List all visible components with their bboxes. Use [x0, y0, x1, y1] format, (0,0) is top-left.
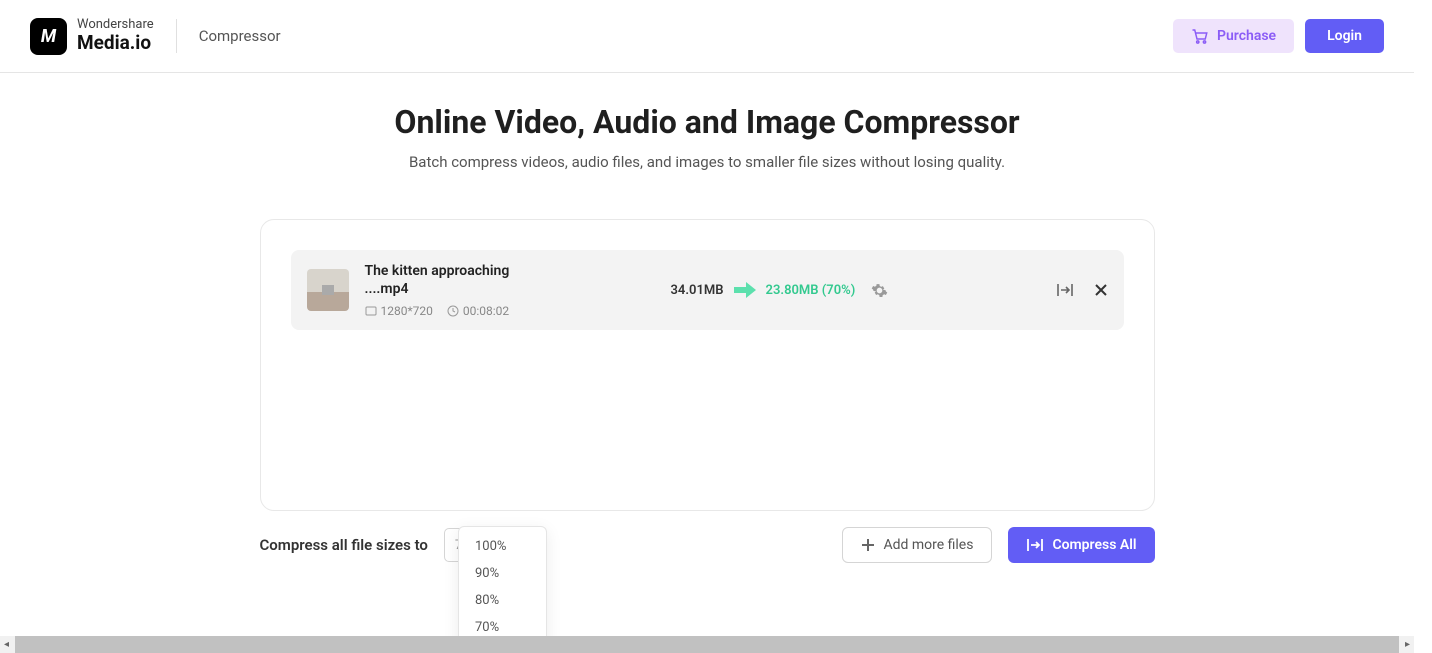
page-name: Compressor	[199, 27, 281, 45]
compress-icon	[1056, 282, 1074, 298]
dropdown-option[interactable]: 90%	[459, 560, 546, 587]
compress-all-label: Compress All	[1052, 537, 1136, 553]
compress-all-icon	[1026, 538, 1044, 552]
dropdown-option[interactable]: 80%	[459, 587, 546, 614]
file-row: The kitten approaching ....mp4 1280*720 …	[291, 250, 1124, 330]
file-name: The kitten approaching ....mp4	[365, 262, 595, 298]
purchase-label: Purchase	[1217, 28, 1276, 44]
login-label: Login	[1327, 28, 1362, 44]
compress-all-button[interactable]: Compress All	[1008, 527, 1154, 563]
dropdown-option[interactable]: 70%	[459, 614, 546, 636]
arrow-right-icon	[734, 281, 756, 299]
compressed-size: 23.80MB (70%)	[766, 283, 856, 298]
size-block: 34.01MB 23.80MB (70%)	[671, 281, 889, 299]
add-more-label: Add more files	[883, 537, 973, 553]
file-panel: The kitten approaching ....mp4 1280*720 …	[260, 219, 1155, 511]
logo-text: Wondershare Media.io	[77, 18, 154, 53]
remove-file-button[interactable]	[1094, 283, 1108, 297]
app-header: M Wondershare Media.io Compressor Purcha…	[0, 0, 1414, 73]
plus-icon	[861, 538, 875, 552]
original-size: 34.01MB	[671, 283, 724, 298]
logo[interactable]: M Wondershare Media.io	[30, 18, 154, 55]
login-button[interactable]: Login	[1305, 19, 1384, 53]
cart-icon	[1191, 28, 1209, 44]
brand-main: Media.io	[77, 33, 154, 54]
horizontal-scrollbar[interactable]	[0, 636, 1414, 653]
resolution-icon	[365, 305, 377, 317]
compress-label: Compress all file sizes to	[260, 536, 428, 554]
page-subtitle: Batch compress videos, audio files, and …	[0, 153, 1414, 171]
compress-single-button[interactable]	[1056, 282, 1074, 298]
purchase-button[interactable]: Purchase	[1173, 19, 1294, 53]
gear-icon	[871, 282, 888, 299]
settings-button[interactable]	[871, 282, 888, 299]
page-title: Online Video, Audio and Image Compressor	[0, 103, 1414, 141]
add-more-files-button[interactable]: Add more files	[842, 527, 992, 563]
header-divider	[176, 19, 177, 53]
file-info: The kitten approaching ....mp4 1280*720 …	[365, 262, 595, 318]
percentage-dropdown-menu[interactable]: 100%90%80%70%60%50%40%30%	[458, 526, 547, 636]
clock-icon	[447, 305, 459, 317]
close-icon	[1094, 283, 1108, 297]
logo-mark-icon: M	[30, 18, 67, 55]
duration-meta: 00:08:02	[447, 304, 509, 318]
resolution-meta: 1280*720	[365, 304, 433, 318]
footer-bar: Compress all file sizes to 70% ⌃ Add mor…	[260, 527, 1155, 563]
hero: Online Video, Audio and Image Compressor…	[0, 73, 1414, 191]
file-thumbnail	[307, 269, 349, 311]
dropdown-option[interactable]: 100%	[459, 533, 546, 560]
